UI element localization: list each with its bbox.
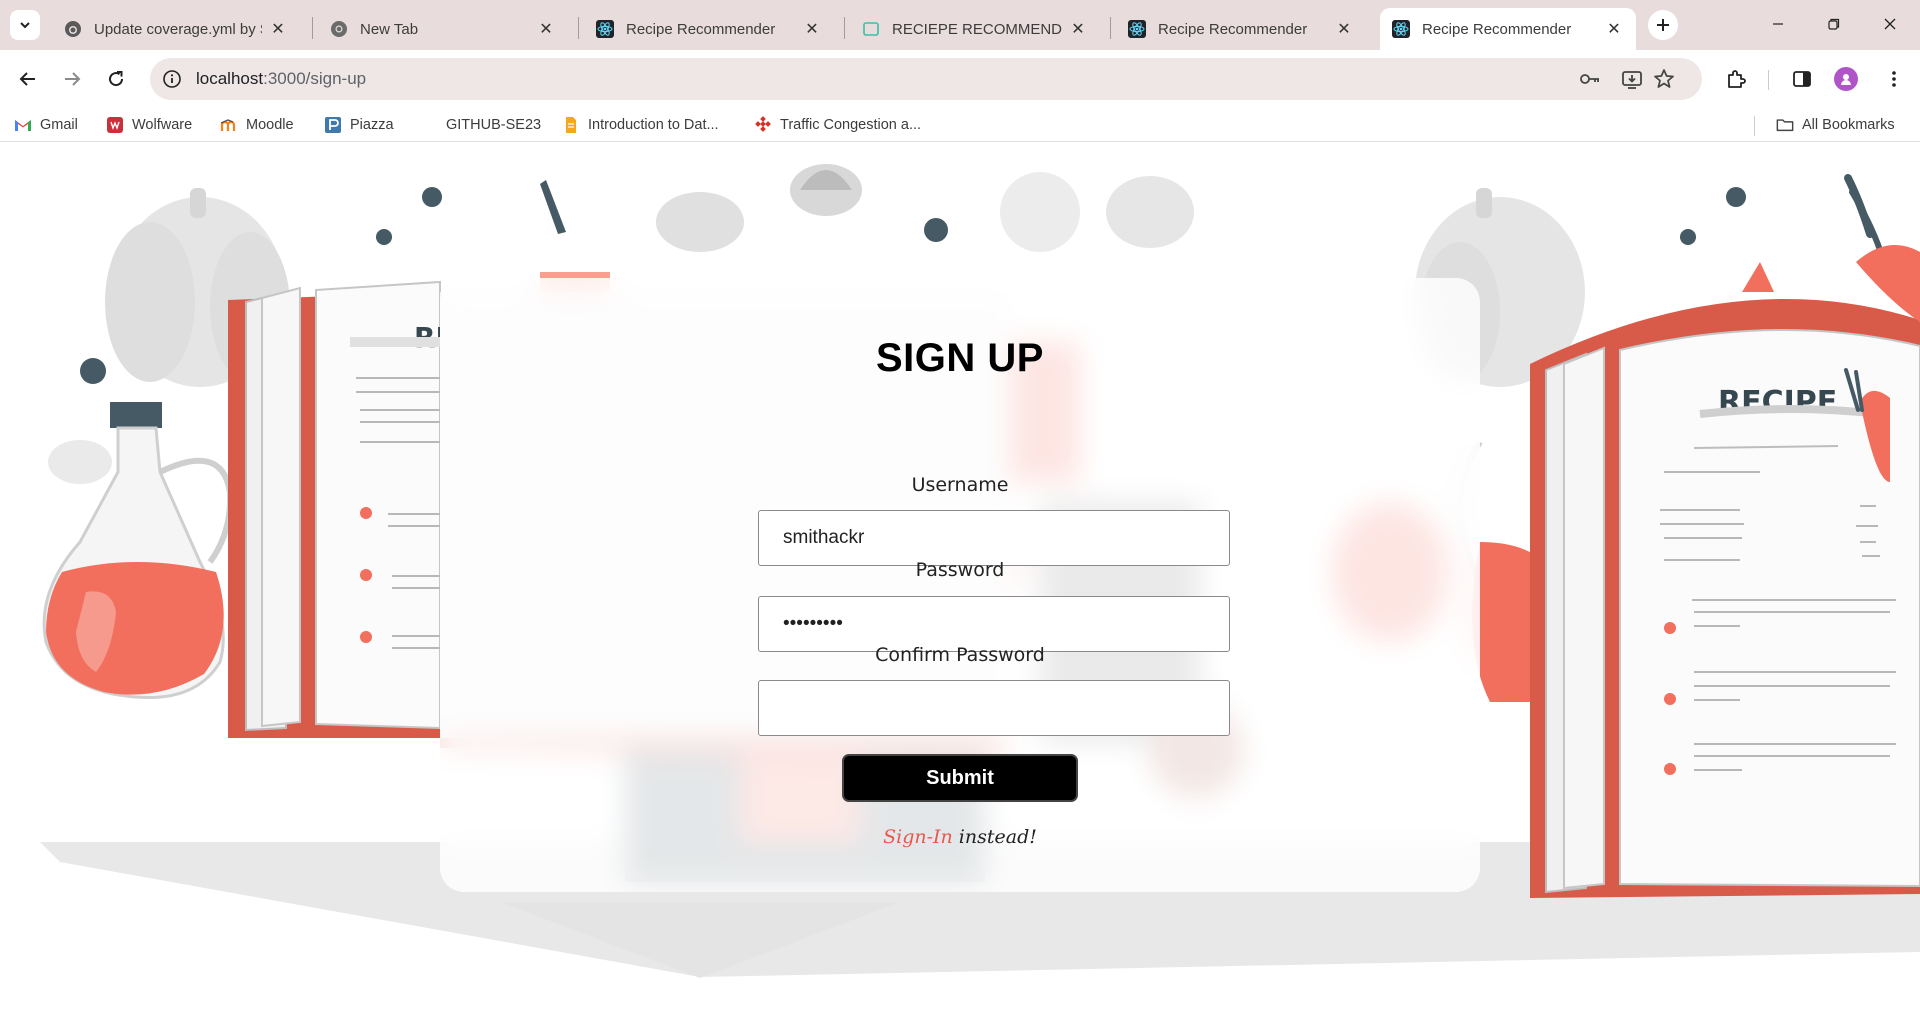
traffic-icon — [754, 116, 772, 134]
tab-strip: Update coverage.yml by Sr ✕ New Tab ✕ Re… — [0, 0, 1920, 50]
address-bar[interactable]: localhost:3000/sign-up — [150, 58, 1702, 100]
confirm-password-label: Confirm Password — [875, 644, 1045, 666]
restore-button[interactable] — [1806, 0, 1862, 48]
github-icon — [64, 20, 82, 38]
password-label: Password — [915, 559, 1005, 581]
tab-separator — [578, 17, 579, 39]
react-icon — [596, 20, 614, 38]
react-icon — [1128, 20, 1146, 38]
doc-icon — [862, 20, 880, 38]
close-icon — [1884, 18, 1896, 30]
close-icon[interactable]: ✕ — [268, 19, 288, 39]
tab-title: RECIEPE RECOMMENDER E — [892, 20, 1062, 38]
star-icon[interactable] — [1652, 67, 1676, 91]
chevron-down-icon — [20, 22, 30, 29]
close-icon[interactable]: ✕ — [536, 19, 556, 39]
tab-title: New Tab — [360, 20, 419, 38]
close-icon[interactable]: ✕ — [1334, 19, 1354, 39]
bookmark-github-se23[interactable]: GITHUB-SE23 — [446, 115, 541, 135]
bookmark-wolfware[interactable]: Wolfware — [106, 115, 192, 135]
browser-toolbar: localhost:3000/sign-up — [0, 50, 1920, 108]
bookmark-piazza[interactable]: Piazza — [324, 115, 394, 135]
tab-recipe-recommender-active[interactable]: Recipe Recommender ✕ — [1380, 8, 1636, 50]
bookmark-label: Introduction to Dat... — [588, 117, 719, 133]
bookmark-moodle[interactable]: Moodle — [220, 115, 294, 135]
close-icon[interactable]: ✕ — [802, 19, 822, 39]
bookmark-label: Traffic Congestion a... — [780, 117, 922, 133]
avatar-icon — [1841, 74, 1851, 85]
tab-new-tab[interactable]: New Tab ✕ — [318, 8, 568, 50]
submit-button[interactable]: Submit — [842, 754, 1078, 802]
bookmarks-separator — [1754, 116, 1755, 136]
all-bookmarks-label: All Bookmarks — [1802, 117, 1895, 133]
bookmarks-bar: Gmail Wolfware Moodle Piazza GITHUB-SE23… — [0, 108, 1920, 142]
signin-link[interactable]: Sign-In — [883, 826, 953, 848]
url-text[interactable]: localhost:3000/sign-up — [196, 69, 366, 89]
bookmark-label: Piazza — [350, 117, 394, 133]
profile-avatar[interactable] — [1834, 67, 1858, 91]
signup-card: SIGN UP Username Password Confirm Passwo… — [440, 278, 1480, 892]
key-icon[interactable] — [1578, 67, 1602, 91]
plus-icon — [1657, 19, 1669, 31]
close-window-button[interactable] — [1862, 0, 1918, 48]
arrow-right-icon — [65, 72, 81, 86]
tab-github[interactable]: Update coverage.yml by Sr ✕ — [52, 8, 300, 50]
bookmark-label: GITHUB-SE23 — [446, 117, 542, 133]
url-host: localhost — [196, 69, 264, 88]
install-app-icon[interactable] — [1620, 67, 1644, 91]
forward-button[interactable] — [54, 61, 90, 97]
bookmark-introduction[interactable]: Introduction to Dat... — [562, 115, 719, 135]
tab-title: Recipe Recommender — [1158, 20, 1308, 38]
confirm-password-field[interactable] — [758, 680, 1230, 736]
username-field[interactable] — [758, 510, 1230, 566]
tab-recipe-recommender-1[interactable]: Recipe Recommender ✕ — [584, 8, 834, 50]
arrow-left-icon — [19, 72, 35, 86]
close-icon[interactable]: ✕ — [1604, 19, 1624, 39]
tab-separator — [844, 17, 845, 39]
piazza-icon — [324, 116, 342, 134]
signin-suffix: instead! — [952, 826, 1037, 848]
minimize-icon — [1773, 23, 1783, 25]
bookmark-label: Moodle — [246, 117, 294, 133]
tab-title: Recipe Recommender — [626, 20, 776, 38]
minimize-button[interactable] — [1750, 0, 1806, 48]
reload-button[interactable] — [98, 61, 134, 97]
moodle-icon — [220, 116, 238, 134]
extensions-icon[interactable] — [1720, 63, 1752, 95]
bookmark-traffic[interactable]: Traffic Congestion a... — [754, 115, 921, 135]
tab-separator — [1110, 17, 1111, 39]
reload-icon — [109, 71, 124, 87]
folder-icon — [1776, 116, 1794, 134]
bookmark-label: Gmail — [40, 117, 78, 133]
page-title: SIGN UP — [876, 336, 1044, 380]
gmail-icon — [14, 116, 32, 134]
new-tab-button[interactable] — [1648, 10, 1678, 40]
tab-search-button[interactable] — [10, 10, 40, 40]
tab-title: Update coverage.yml by Sr — [94, 20, 262, 38]
restore-icon — [1828, 18, 1840, 30]
menu-icon[interactable] — [1878, 63, 1910, 95]
chrome-icon — [330, 20, 348, 38]
bookmark-gmail[interactable]: Gmail — [14, 115, 78, 135]
bookmark-label: Wolfware — [132, 117, 193, 133]
signin-prompt: Sign-In instead! — [440, 826, 1480, 848]
side-panel-icon[interactable] — [1786, 63, 1818, 95]
tab-separator — [312, 17, 313, 39]
wolfware-icon — [106, 116, 124, 134]
site-info-icon[interactable] — [160, 67, 184, 91]
tab-recipe-recommender-2[interactable]: Recipe Recommender ✕ — [1116, 8, 1366, 50]
tab-reciepe-doc[interactable]: RECIEPE RECOMMENDER E ✕ — [850, 8, 1100, 50]
tab-title: Recipe Recommender — [1422, 20, 1572, 38]
page-content: RECIPE SIGN UP Username smithackr Passwo… — [0, 142, 1920, 1020]
url-path: :3000/sign-up — [263, 69, 367, 88]
back-button[interactable] — [10, 61, 46, 97]
bookmark-doc-icon — [562, 116, 580, 134]
close-icon[interactable]: ✕ — [1068, 19, 1088, 39]
username-label: Username — [911, 474, 1009, 496]
react-icon — [1392, 20, 1410, 38]
toolbar-separator — [1768, 70, 1769, 90]
all-bookmarks-button[interactable]: All Bookmarks — [1776, 115, 1895, 135]
